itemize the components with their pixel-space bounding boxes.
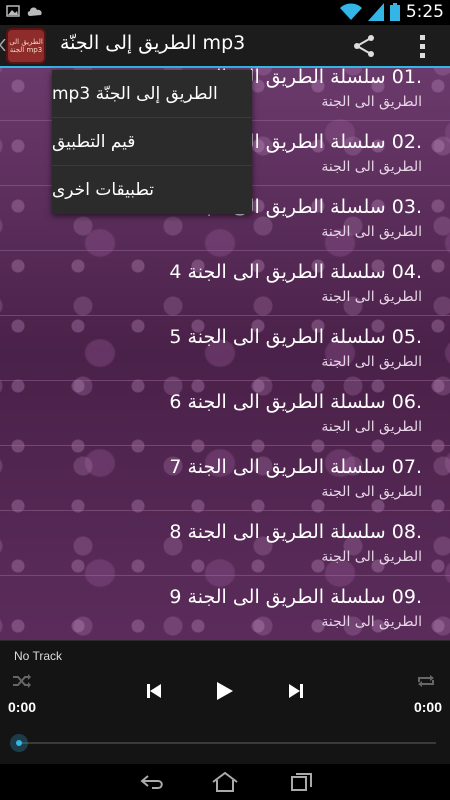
status-time: 5:25: [405, 2, 444, 22]
next-icon[interactable]: [288, 683, 304, 699]
player-bar: No Track 0:00 0:00: [0, 640, 450, 765]
action-bar: الطريق الى الجنة mp3 الطريق إلى الجنّة m…: [0, 25, 450, 68]
track-subtitle: الطريق الى الجنة: [321, 224, 422, 240]
track-item[interactable]: .08 سلسلة الطريق الى الجنة 8 الطريق الى …: [0, 511, 450, 576]
recents-icon[interactable]: [290, 772, 314, 792]
menu-item-app-name[interactable]: الطريق إلى الجنّة mp3: [52, 70, 252, 118]
track-title: .09 سلسلة الطريق الى الجنة 9: [169, 586, 422, 608]
menu-item-other-apps[interactable]: تطبيقات اخرى: [52, 166, 252, 214]
track-item[interactable]: .06 سلسلة الطريق الى الجنة 6 الطريق الى …: [0, 381, 450, 446]
back-icon[interactable]: [140, 774, 166, 790]
track-title: .05 سلسلة الطريق الى الجنة 5: [169, 326, 422, 348]
track-subtitle: الطريق الى الجنة: [321, 484, 422, 500]
track-subtitle: الطريق الى الجنة: [321, 289, 422, 305]
previous-icon[interactable]: [146, 683, 162, 699]
battery-icon: [389, 3, 400, 21]
track-subtitle: الطريق الى الجنة: [321, 419, 422, 435]
app-home-button[interactable]: الطريق الى الجنة mp3: [0, 25, 50, 66]
track-title: .08 سلسلة الطريق الى الجنة 8: [169, 521, 422, 543]
wifi-icon: [339, 3, 362, 20]
navigation-bar: [0, 764, 450, 800]
menu-item-rate-app[interactable]: قيم التطبيق: [52, 118, 252, 166]
track-item[interactable]: .07 سلسلة الطريق الى الجنة 7 الطريق الى …: [0, 446, 450, 511]
overflow-menu: الطريق إلى الجنّة mp3 قيم التطبيق تطبيقا…: [52, 70, 252, 214]
track-title: .04 سلسلة الطريق الى الجنة 4: [169, 261, 422, 283]
track-subtitle: الطريق الى الجنة: [321, 354, 422, 370]
share-icon[interactable]: [352, 34, 376, 58]
elapsed-time: 0:00: [8, 699, 37, 715]
seek-bar[interactable]: [20, 742, 436, 744]
track-item[interactable]: .09 سلسلة الطريق الى الجنة 9 الطريق الى …: [0, 576, 450, 640]
now-playing-label: No Track: [14, 649, 63, 663]
track-subtitle: الطريق الى الجنة: [321, 94, 422, 110]
track-subtitle: الطريق الى الجنة: [321, 549, 422, 565]
app-logo: الطريق الى الجنة mp3: [6, 28, 46, 64]
photo-icon: [6, 5, 20, 17]
app-title: الطريق إلى الجنّة mp3: [60, 32, 246, 54]
status-bar: 5:25: [0, 0, 450, 25]
overflow-menu-icon[interactable]: [416, 33, 430, 59]
track-item[interactable]: .04 سلسلة الطريق الى الجنة 4 الطريق الى …: [0, 251, 450, 316]
app-logo-text: الطريق الى الجنة mp3: [9, 38, 43, 54]
repeat-icon[interactable]: [416, 673, 436, 689]
play-icon[interactable]: [214, 681, 234, 701]
shuffle-icon[interactable]: [12, 673, 32, 689]
total-time: 0:00: [413, 699, 442, 715]
cloud-icon: [27, 7, 42, 16]
track-subtitle: الطريق الى الجنة: [321, 159, 422, 175]
home-icon[interactable]: [211, 771, 239, 793]
track-item[interactable]: .05 سلسلة الطريق الى الجنة 5 الطريق الى …: [0, 316, 450, 381]
track-subtitle: الطريق الى الجنة: [321, 614, 422, 630]
track-title: .07 سلسلة الطريق الى الجنة 7: [169, 456, 422, 478]
track-title: .06 سلسلة الطريق الى الجنة 6: [169, 391, 422, 413]
seek-thumb[interactable]: [10, 734, 28, 752]
signal-icon: [367, 3, 384, 21]
